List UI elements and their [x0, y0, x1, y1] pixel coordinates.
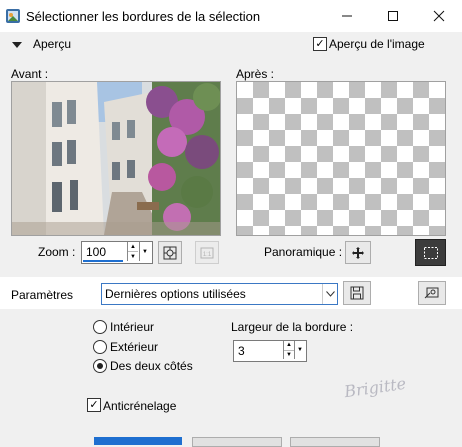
title-bar: Sélectionner les bordures de la sélectio… — [0, 0, 462, 32]
antialias-label: Anticrénelage — [103, 399, 177, 413]
border-width-dropdown[interactable]: ▼ — [294, 341, 305, 359]
ok-button[interactable] — [94, 437, 182, 445]
before-preview-image — [11, 81, 221, 236]
window-title: Sélectionner les bordures de la sélectio… — [26, 9, 261, 24]
radio-selected-dot — [97, 363, 103, 369]
reset-icon — [424, 287, 439, 299]
border-width-value: 3 — [238, 344, 245, 358]
antialias-checkbox[interactable]: ✓ — [87, 398, 101, 412]
spin-down-icon[interactable]: ▼ — [284, 351, 294, 360]
zoom-actual-size-button[interactable]: 1:1 — [195, 241, 219, 264]
image-preview-label: Aperçu de l'image — [329, 37, 425, 51]
move-icon — [352, 246, 364, 259]
close-icon — [433, 10, 445, 22]
zoom-fit-icon — [163, 246, 177, 259]
before-label: Avant : — [11, 67, 49, 81]
actual-size-icon: 1:1 — [200, 247, 214, 258]
zoom-spinner[interactable]: ▲ ▼ — [127, 242, 138, 261]
after-preview-transparent — [236, 81, 446, 236]
interior-radio-label: Intérieur — [110, 320, 155, 334]
spin-up-icon[interactable]: ▲ — [128, 242, 138, 252]
preview-section-label: Aperçu — [33, 37, 72, 51]
preset-select[interactable]: Dernières options utilisées — [101, 283, 338, 305]
selection-preview-toggle[interactable] — [415, 239, 446, 266]
zoom-fit-button[interactable] — [158, 241, 182, 264]
exterior-radio[interactable] — [93, 340, 107, 354]
zoom-input[interactable]: 100 ▲ ▼ ▼ — [81, 241, 153, 264]
both-sides-radio-label: Des deux côtés — [110, 359, 193, 373]
dropdown-arrow-icon[interactable]: ▼ — [295, 341, 305, 359]
save-icon — [350, 286, 364, 300]
parameters-label: Paramètres — [11, 288, 74, 302]
maximize-button[interactable] — [370, 0, 416, 32]
reset-preset-button[interactable] — [418, 281, 446, 305]
close-button[interactable] — [416, 0, 462, 32]
dropdown-arrow-icon[interactable]: ▼ — [140, 242, 150, 261]
spin-up-icon[interactable]: ▲ — [284, 341, 294, 351]
pan-button[interactable] — [345, 241, 371, 264]
minimize-button[interactable] — [324, 0, 370, 32]
border-width-spinner[interactable]: ▲ ▼ — [283, 341, 294, 359]
watermark-signature: Brigitte — [342, 373, 408, 402]
border-width-input[interactable]: 3 ▲ ▼ ▼ — [233, 340, 307, 362]
street-photo-illustration — [12, 82, 220, 235]
border-width-label: Largeur de la bordure : — [231, 320, 354, 334]
zoom-value: 100 — [86, 245, 107, 259]
both-sides-radio[interactable] — [93, 359, 107, 373]
zoom-label: Zoom : — [38, 245, 76, 259]
cancel-button[interactable] — [192, 437, 282, 447]
chevron-down-icon — [325, 291, 335, 297]
maximize-icon — [388, 11, 398, 21]
pan-label: Panoramique : — [264, 245, 343, 259]
svg-text:1:1: 1:1 — [203, 252, 212, 258]
image-preview-checkbox[interactable]: ✓ — [313, 37, 327, 51]
app-icon — [6, 9, 20, 23]
interior-radio[interactable] — [93, 320, 107, 334]
preset-value: Dernières options utilisées — [105, 287, 246, 301]
spin-down-icon[interactable]: ▼ — [128, 252, 138, 261]
exterior-radio-label: Extérieur — [110, 340, 159, 354]
marquee-icon — [423, 246, 438, 259]
collapse-arrow-icon[interactable] — [12, 42, 22, 48]
zoom-underline — [83, 260, 123, 262]
zoom-dropdown[interactable]: ▼ — [139, 242, 150, 261]
minimize-icon — [342, 15, 352, 17]
preset-dropdown-button[interactable] — [322, 284, 337, 304]
after-label: Après : — [236, 67, 275, 81]
save-preset-button[interactable] — [343, 281, 371, 305]
help-button[interactable] — [290, 437, 380, 447]
